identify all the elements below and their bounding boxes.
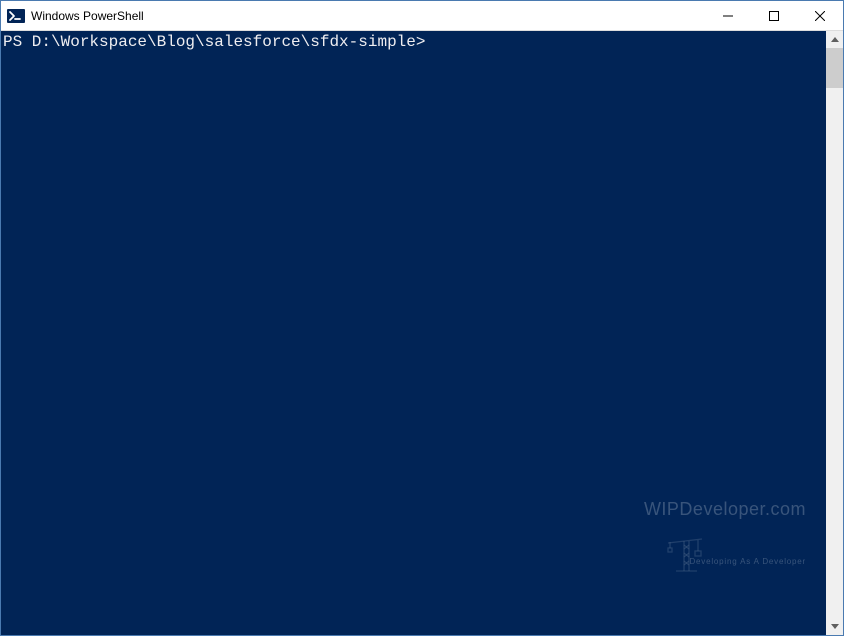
watermark-subtext: Developing As A Developer bbox=[644, 557, 806, 567]
crane-icon bbox=[662, 531, 706, 575]
minimize-button[interactable] bbox=[705, 1, 751, 30]
powershell-icon bbox=[7, 7, 25, 25]
scroll-up-arrow-icon[interactable] bbox=[826, 31, 843, 48]
scrollbar-thumb[interactable] bbox=[826, 48, 843, 88]
watermark-text: WIPDeveloper.com bbox=[644, 499, 806, 521]
close-button[interactable] bbox=[797, 1, 843, 30]
window-title: Windows PowerShell bbox=[31, 9, 705, 23]
titlebar[interactable]: Windows PowerShell bbox=[1, 1, 843, 31]
window-controls bbox=[705, 1, 843, 30]
terminal-output[interactable]: PS D:\Workspace\Blog\salesforce\sfdx-sim… bbox=[1, 31, 826, 635]
powershell-window: Windows PowerShell PS D:\Workspace\Blog\… bbox=[0, 0, 844, 636]
vertical-scrollbar[interactable] bbox=[826, 31, 843, 635]
prompt-text: PS D:\Workspace\Blog\salesforce\sfdx-sim… bbox=[3, 33, 425, 51]
content-area: PS D:\Workspace\Blog\salesforce\sfdx-sim… bbox=[1, 31, 843, 635]
scroll-down-arrow-icon[interactable] bbox=[826, 618, 843, 635]
watermark: WIPDeveloper.com Developing As A Develop… bbox=[644, 442, 806, 606]
maximize-button[interactable] bbox=[751, 1, 797, 30]
